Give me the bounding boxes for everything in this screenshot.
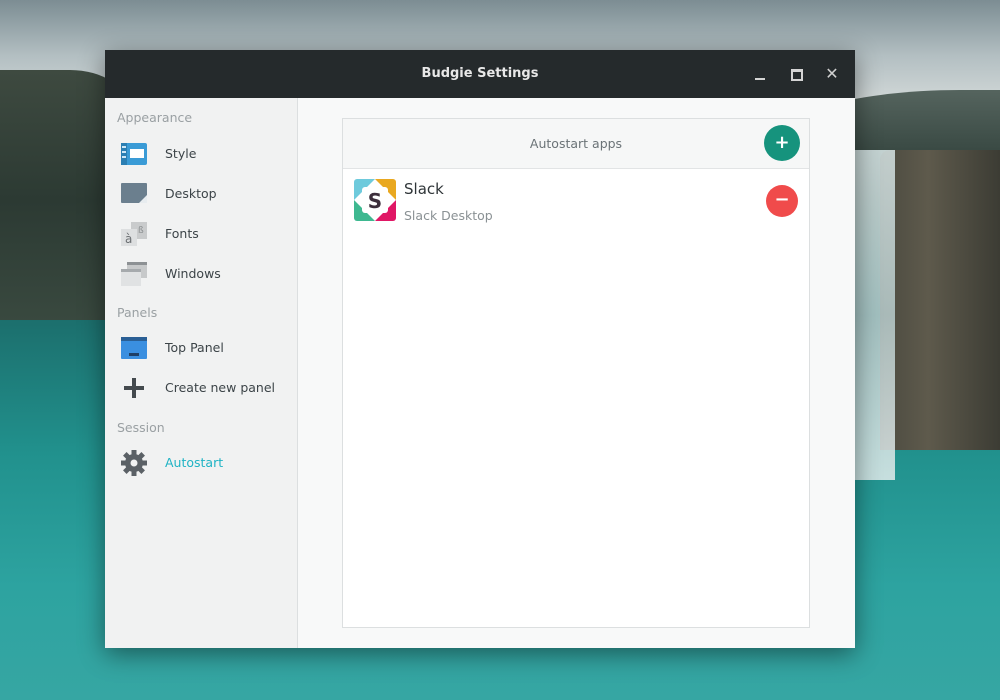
desktop-cliff-right [880, 150, 1000, 450]
sidebar-item-label: Fonts [165, 226, 199, 241]
list-item[interactable]: S Slack Slack Desktop − [343, 169, 809, 233]
settings-window: Budgie Settings ✕ Appearance Style Deskt… [105, 50, 855, 648]
sidebar-item-label: Desktop [165, 186, 217, 201]
svg-text:à: à [125, 232, 132, 246]
sidebar-item-label: Windows [165, 266, 221, 281]
section-label-appearance: Appearance [117, 110, 193, 125]
sidebar-item-autostart[interactable]: Autostart [105, 444, 297, 482]
close-icon: ✕ [825, 64, 839, 83]
maximize-icon [791, 69, 803, 81]
sidebar-item-label: Create new panel [165, 380, 275, 395]
desktop-waterfall [855, 150, 895, 480]
fonts-icon: à ß [121, 222, 147, 246]
remove-app-button[interactable]: − [766, 185, 798, 217]
sidebar-item-top-panel[interactable]: Top Panel [105, 329, 297, 367]
style-icon [121, 143, 147, 165]
svg-text:ß: ß [138, 226, 144, 236]
titlebar[interactable]: Budgie Settings ✕ [105, 50, 855, 98]
app-description: Slack Desktop [404, 208, 493, 223]
desktop-icon [121, 183, 147, 203]
sidebar-item-label: Autostart [165, 455, 224, 470]
section-label-panels: Panels [117, 305, 158, 320]
sidebar-item-label: Top Panel [165, 340, 224, 355]
close-button[interactable]: ✕ [820, 62, 844, 86]
minimize-button[interactable] [748, 62, 772, 86]
sidebar-item-style[interactable]: Style [105, 135, 297, 173]
sidebar: Appearance Style Desktop à ß Fonts Windo… [105, 98, 298, 648]
sidebar-item-create-panel[interactable]: Create new panel [105, 369, 297, 407]
sidebar-item-desktop[interactable]: Desktop [105, 175, 297, 213]
windows-icon [121, 262, 147, 286]
add-app-button[interactable]: + [764, 125, 800, 161]
autostart-title: Autostart apps [529, 136, 623, 151]
slack-icon: S [354, 179, 396, 221]
svg-text:S: S [368, 189, 382, 213]
section-label-session: Session [117, 420, 165, 435]
gear-icon [121, 450, 147, 476]
sidebar-item-windows[interactable]: Windows [105, 255, 297, 293]
plus-icon [124, 378, 144, 398]
minus-icon: − [774, 189, 790, 210]
sidebar-item-label: Style [165, 146, 197, 161]
sidebar-item-fonts[interactable]: à ß Fonts [105, 215, 297, 253]
minimize-icon [755, 78, 765, 80]
window-title: Budgie Settings [421, 66, 539, 81]
panel-icon [121, 337, 147, 359]
add-icon: + [774, 132, 790, 153]
autostart-header: Autostart apps + [343, 119, 809, 169]
main-content: Autostart apps + S Slack Slack Desktop − [298, 98, 855, 648]
maximize-button[interactable] [784, 62, 808, 86]
app-name: Slack [404, 180, 444, 198]
autostart-panel: Autostart apps + S Slack Slack Desktop − [342, 118, 810, 628]
